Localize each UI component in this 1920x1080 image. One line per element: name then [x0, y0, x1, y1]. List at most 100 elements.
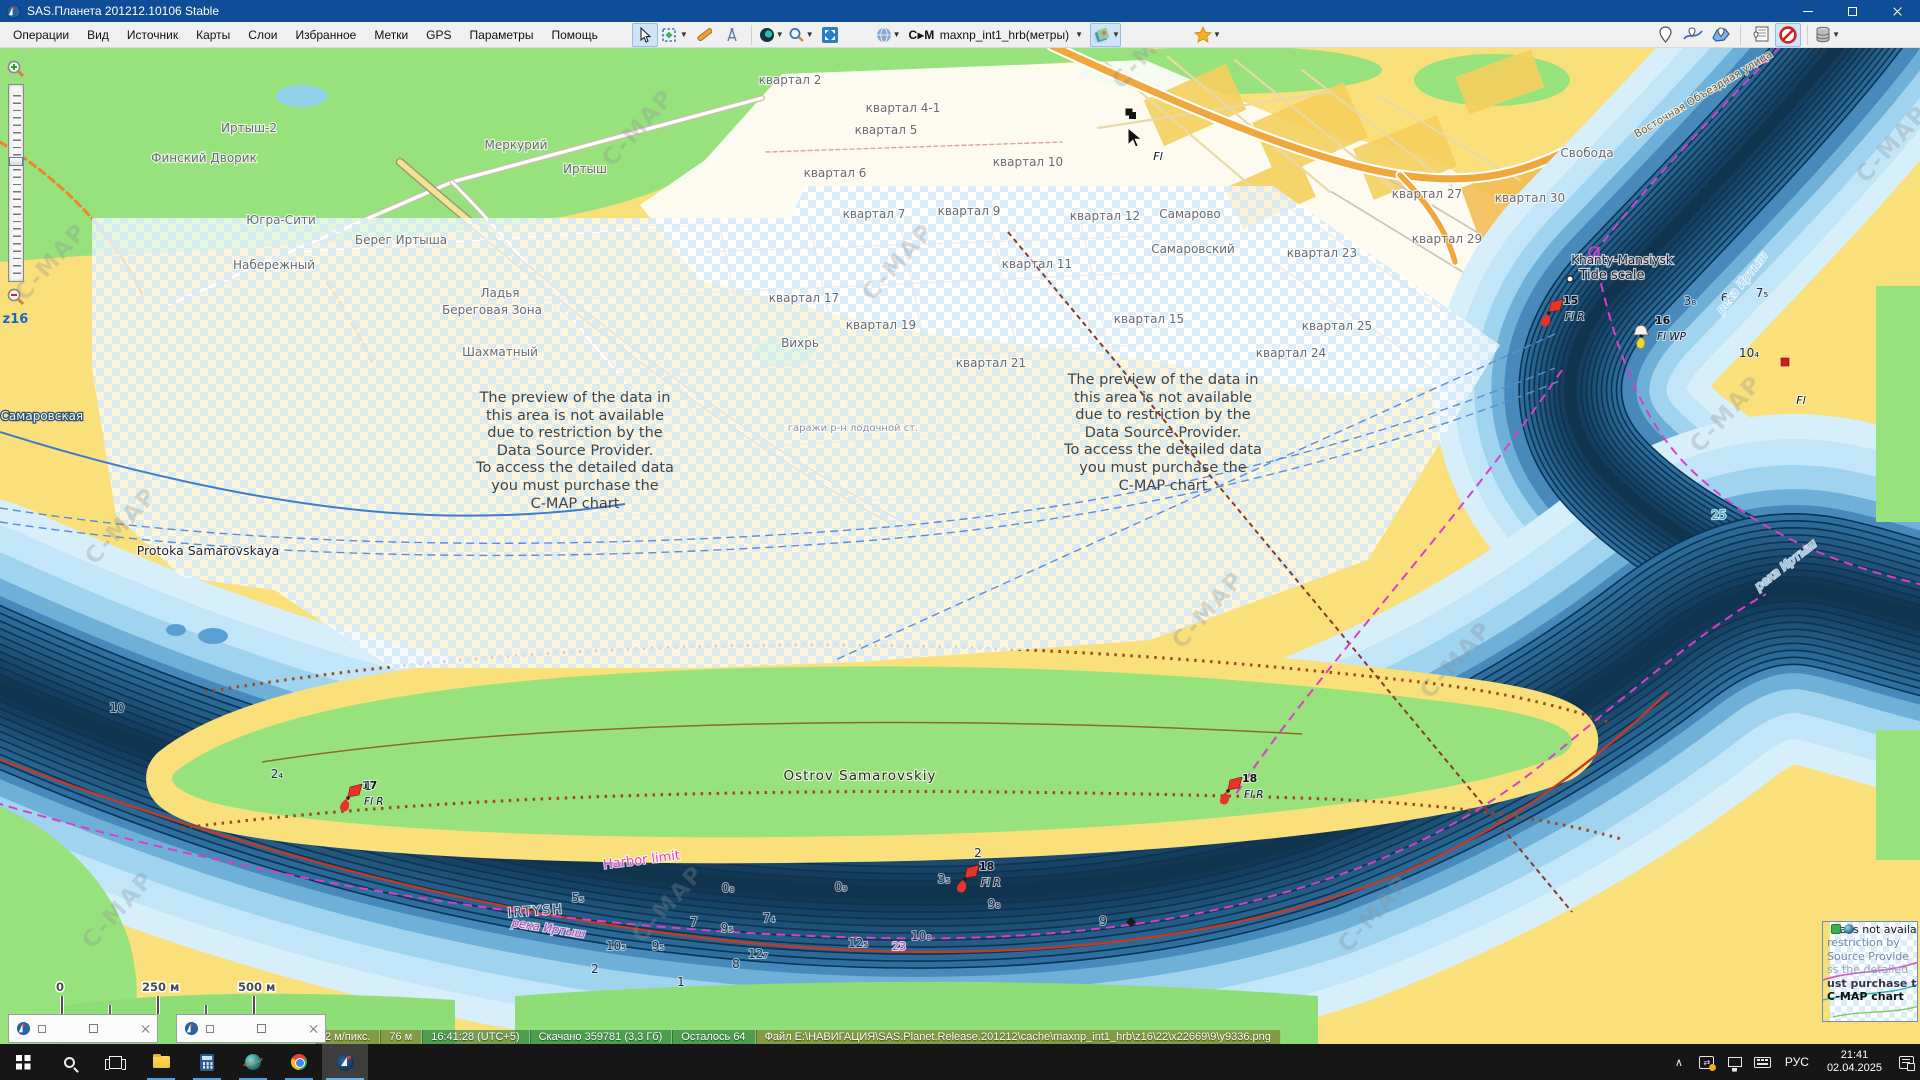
menu-GPS[interactable]: GPS	[417, 24, 460, 46]
depth-sounding: 0₈	[722, 881, 735, 895]
menu-Избранное[interactable]: Избранное	[286, 24, 365, 46]
map-label: квартал 2	[759, 73, 822, 87]
overview-minimap[interactable]: ea is not availarestriction bySource Pro…	[1822, 921, 1918, 1022]
chevron-up-icon: ∧	[1675, 1056, 1683, 1069]
maximize-icon[interactable]	[257, 1024, 266, 1033]
notification-center-button[interactable]	[1892, 1044, 1920, 1080]
status-segment: Скачано 359781 (3,3 Гб)	[530, 1030, 673, 1044]
add-path-button[interactable]	[1680, 23, 1706, 47]
menu-Карты[interactable]: Карты	[187, 24, 239, 46]
file-explorer-button[interactable]	[138, 1044, 184, 1080]
zoom-slider[interactable]	[8, 84, 24, 282]
close-icon[interactable]	[308, 1024, 318, 1034]
zoom-in-icon	[6, 59, 26, 79]
map-label: квартал 24	[1256, 346, 1326, 360]
zoom-panel: z16	[2, 58, 29, 327]
zoom-slider-handle[interactable]	[9, 157, 23, 166]
placemark-icon	[1658, 26, 1673, 43]
depth-sounding: 9	[1099, 914, 1107, 928]
chevron-down-icon: ▼	[776, 30, 784, 39]
svg-text:Fl R: Fl R	[981, 877, 1001, 889]
language-indicator[interactable]: РУС	[1777, 1055, 1817, 1069]
chevron-down-icon: ▼	[1832, 30, 1840, 39]
favorites-button[interactable]: ▼	[1193, 23, 1222, 47]
cursor-tool-button[interactable]	[632, 23, 658, 47]
distance-tool-button[interactable]	[719, 23, 745, 47]
webmap-button[interactable]: ▼	[758, 23, 785, 47]
chrome-button[interactable]	[276, 1044, 322, 1080]
map-label: квартал 7	[843, 207, 906, 221]
svg-text:Fl WP: Fl WP	[1657, 331, 1687, 343]
restore-icon	[38, 1025, 46, 1033]
map-viewport: 15Fl R16Fl WP17Fl R18Fl R18Fl R 5₅0₈77₄9…	[0, 46, 1920, 1044]
mini-window[interactable]	[8, 1014, 158, 1043]
taskbar-clock[interactable]: 21:41 02.04.2025	[1817, 1049, 1892, 1075]
zoom-out-icon	[6, 287, 26, 307]
menu-Метки[interactable]: Метки	[365, 24, 417, 46]
app-icon	[6, 4, 21, 19]
hide-marks-button[interactable]	[1775, 23, 1801, 47]
menu-toolbar: ОперацииВидИсточникКартыСлоиИзбранноеМет…	[0, 22, 1920, 48]
map-source-select[interactable]: C▸M maxnp_int1_hrb(метры) ▼	[903, 26, 1089, 44]
start-button[interactable]	[0, 1044, 46, 1080]
zoom-out-button[interactable]	[5, 286, 27, 308]
menu-Вид[interactable]: Вид	[78, 24, 118, 46]
notification-icon	[1899, 1056, 1914, 1069]
fullscreen-button[interactable]	[817, 23, 843, 47]
keyboard-tray-button[interactable]	[1749, 1044, 1777, 1080]
map-label: Вихрь	[781, 336, 819, 350]
cache-storage-button[interactable]: ▼	[1814, 23, 1841, 47]
depth-sounding: 9₈	[988, 897, 1001, 911]
network-tray-button[interactable]	[1721, 1044, 1749, 1080]
scale-label: 500 м	[238, 980, 275, 994]
depth-sounding: 0₉	[835, 880, 848, 894]
close-button[interactable]	[1875, 0, 1920, 22]
map-label: квартал 4-1	[866, 101, 941, 115]
minimize-button[interactable]	[1785, 0, 1830, 22]
sync-tray-button[interactable]: ⇄	[1693, 1044, 1721, 1080]
maximize-button[interactable]	[1830, 0, 1875, 22]
search-button[interactable]: ▼	[787, 23, 815, 47]
depth-sounding: 3₈	[1684, 294, 1697, 308]
menu-Параметры[interactable]: Параметры	[461, 24, 543, 46]
map-label: квартал 19	[846, 318, 916, 332]
status-segment: 16:41:28 (UTC+5)	[422, 1030, 529, 1044]
minimap-globe-icon	[1844, 924, 1854, 934]
taskbar-search-button[interactable]	[46, 1044, 92, 1080]
map-label: Финский Дворик	[151, 151, 257, 165]
sas-planet-classic-button[interactable]	[230, 1044, 276, 1080]
zoom-slider-ticks	[13, 89, 21, 277]
map-canvas[interactable]: 15Fl R16Fl WP17Fl R18Fl R18Fl R 5₅0₈77₄9…	[0, 46, 1920, 1044]
zoom-in-button[interactable]	[5, 58, 27, 80]
map-label: Меркурий	[485, 138, 548, 152]
add-polygon-button[interactable]	[1708, 23, 1734, 47]
calculator-button[interactable]	[184, 1044, 230, 1080]
mini-window[interactable]	[176, 1014, 326, 1043]
map-label: Шахматный	[462, 345, 538, 359]
buoy	[1781, 358, 1789, 366]
ruler-tool-button[interactable]	[691, 23, 717, 47]
placemark-manager-button[interactable]	[1747, 23, 1773, 47]
scale-label: 250 м	[142, 980, 179, 994]
maximize-icon[interactable]	[89, 1024, 98, 1033]
task-view-button[interactable]	[92, 1044, 138, 1080]
close-icon[interactable]	[140, 1024, 150, 1034]
placemark-toolbar: ▼	[1651, 23, 1842, 47]
tray-expand-button[interactable]: ∧	[1665, 1044, 1693, 1080]
layers-button[interactable]: ▼	[1090, 23, 1121, 47]
map-label: Самаровский	[1151, 242, 1235, 256]
menu-Слои[interactable]: Слои	[239, 24, 286, 46]
depth-sounding: 8	[732, 957, 740, 971]
add-placemark-button[interactable]	[1652, 23, 1678, 47]
map-source-label: maxnp_int1_hrb(метры)	[940, 28, 1069, 42]
menu-Источник[interactable]: Источник	[118, 24, 187, 46]
selection-tool-button[interactable]: ▼	[660, 23, 689, 47]
clock-time: 21:41	[1827, 1049, 1882, 1062]
basemap-button[interactable]: ▼	[875, 23, 902, 47]
menu-Помощь[interactable]: Помощь	[542, 24, 606, 46]
sas-planet-active-button[interactable]	[322, 1044, 368, 1080]
map-label: Fl	[1153, 150, 1162, 163]
menu-Операции[interactable]: Операции	[4, 24, 78, 46]
search-icon	[64, 1057, 75, 1068]
windows-taskbar: ∧ ⇄ РУС 21:41 02.04.2025	[0, 1044, 1920, 1080]
